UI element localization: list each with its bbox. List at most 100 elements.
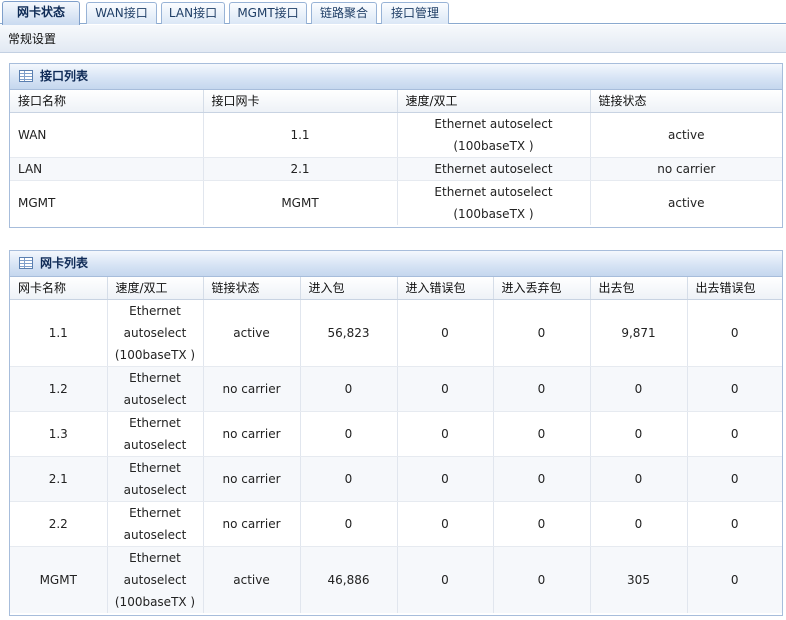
table-header-row: 接口名称 接口网卡 速度/双工 链接状态 xyxy=(10,90,782,113)
tab-link-aggregation[interactable]: 链路聚合 xyxy=(311,2,377,24)
table-row: 1.3 Ethernet autoselect no carrier 0 0 0… xyxy=(10,411,782,457)
nic-in-errors: 0 xyxy=(397,456,494,502)
nic-in-packets: 0 xyxy=(300,366,398,412)
nic-out-packets: 0 xyxy=(590,411,688,457)
interface-speed: Ethernet autoselect xyxy=(397,157,591,181)
nic-status: no carrier xyxy=(203,501,301,547)
table-grid-icon xyxy=(19,257,33,269)
nic-in-errors: 0 xyxy=(397,366,494,412)
interface-nic: MGMT xyxy=(203,180,398,225)
nic-in-errors: 0 xyxy=(397,501,494,547)
tab-wan-interface[interactable]: WAN接口 xyxy=(86,2,157,24)
interface-name: MGMT xyxy=(10,180,204,225)
column-header: 出去错误包 xyxy=(687,277,782,300)
general-settings-label: 常规设置 xyxy=(8,32,57,46)
nic-in-dropped: 0 xyxy=(493,546,591,613)
nic-name: 2.2 xyxy=(10,501,108,547)
tab-interface-management[interactable]: 接口管理 xyxy=(381,2,449,24)
column-header: 进入丢弃包 xyxy=(493,277,591,300)
nic-status: no carrier xyxy=(203,411,301,457)
table-header-row: 网卡名称 速度/双工 链接状态 进入包 进入错误包 进入丢弃包 出去包 出去错误… xyxy=(10,277,782,300)
interface-list-panel: 接口列表 接口名称 接口网卡 速度/双工 链接状态 WAN 1.1 Ethern… xyxy=(9,63,783,228)
nic-in-errors: 0 xyxy=(397,411,494,457)
nic-in-packets: 0 xyxy=(300,456,398,502)
table-row: 2.2 Ethernet autoselect no carrier 0 0 0… xyxy=(10,501,782,547)
column-header: 出去包 xyxy=(590,277,688,300)
interface-status: no carrier xyxy=(590,157,782,181)
tab-mgmt-interface[interactable]: MGMT接口 xyxy=(229,2,307,24)
nic-out-packets: 305 xyxy=(590,546,688,613)
nic-out-packets: 0 xyxy=(590,501,688,547)
tab-lan-interface[interactable]: LAN接口 xyxy=(161,2,225,24)
nic-name: 2.1 xyxy=(10,456,108,502)
interface-name: LAN xyxy=(10,157,204,181)
nic-status: no carrier xyxy=(203,366,301,412)
interface-table: 接口名称 接口网卡 速度/双工 链接状态 WAN 1.1 Ethernet au… xyxy=(10,90,782,225)
interface-speed: Ethernet autoselect (100baseTX ) xyxy=(397,112,591,158)
nic-out-errors: 0 xyxy=(687,411,782,457)
nic-out-errors: 0 xyxy=(687,299,782,367)
interface-status: active xyxy=(668,195,705,210)
nic-in-dropped: 0 xyxy=(493,456,591,502)
column-header: 链接状态 xyxy=(590,90,782,113)
nic-status: active xyxy=(203,546,301,613)
table-row: LAN 2.1 Ethernet autoselect no carrier xyxy=(10,157,782,181)
column-header: 网卡名称 xyxy=(10,277,108,300)
interface-name: WAN xyxy=(10,112,204,158)
nic-out-errors: 0 xyxy=(687,456,782,502)
nic-speed: Ethernet autoselect xyxy=(107,366,204,412)
table-row: 1.1 Ethernet autoselect (100baseTX ) act… xyxy=(10,299,782,367)
nic-speed: Ethernet autoselect xyxy=(107,411,204,457)
nic-list-panel: 网卡列表 网卡名称 速度/双工 链接状态 进入包 进入错误包 进入丢弃包 出去包… xyxy=(9,250,783,616)
tab-bar: 网卡状态 WAN接口 LAN接口 MGMT接口 链路聚合 接口管理 xyxy=(0,0,786,25)
nic-out-packets: 9,871 xyxy=(590,299,688,367)
column-header: 速度/双工 xyxy=(107,277,204,300)
nic-speed: Ethernet autoselect (100baseTX ) xyxy=(107,546,204,613)
table-row: 1.2 Ethernet autoselect no carrier 0 0 0… xyxy=(10,366,782,412)
nic-in-errors: 0 xyxy=(397,299,494,367)
interface-nic: 2.1 xyxy=(203,157,398,181)
nic-out-packets: 0 xyxy=(590,456,688,502)
nic-in-packets: 46,886 xyxy=(300,546,398,613)
interface-status: active xyxy=(590,112,782,158)
column-header: 接口网卡 xyxy=(203,90,398,113)
table-grid-icon xyxy=(19,70,33,82)
column-header: 进入包 xyxy=(300,277,398,300)
interface-list-title: 接口列表 xyxy=(40,69,89,83)
column-header: 进入错误包 xyxy=(397,277,494,300)
nic-in-packets: 56,823 xyxy=(300,299,398,367)
nic-name: 1.3 xyxy=(10,411,108,457)
column-header: 接口名称 xyxy=(10,90,204,113)
nic-speed: Ethernet autoselect xyxy=(107,501,204,547)
nic-in-packets: 0 xyxy=(300,501,398,547)
nic-status: active xyxy=(203,299,301,367)
nic-out-errors: 0 xyxy=(687,546,782,613)
nic-in-dropped: 0 xyxy=(493,411,591,457)
nic-in-dropped: 0 xyxy=(493,366,591,412)
nic-name: 1.2 xyxy=(10,366,108,412)
tab-nic-status[interactable]: 网卡状态 xyxy=(2,1,80,25)
table-row: MGMT MGMT Ethernet autoselect (100baseTX… xyxy=(10,180,782,225)
table-row: MGMT Ethernet autoselect (100baseTX ) ac… xyxy=(10,546,782,613)
nic-in-errors: 0 xyxy=(397,546,494,613)
nic-list-header: 网卡列表 xyxy=(10,251,782,277)
nic-table: 网卡名称 速度/双工 链接状态 进入包 进入错误包 进入丢弃包 出去包 出去错误… xyxy=(10,277,782,613)
table-row: 2.1 Ethernet autoselect no carrier 0 0 0… xyxy=(10,456,782,502)
column-header: 速度/双工 xyxy=(397,90,591,113)
interface-list-header: 接口列表 xyxy=(10,64,782,90)
nic-speed: Ethernet autoselect (100baseTX ) xyxy=(107,299,204,367)
nic-in-packets: 0 xyxy=(300,411,398,457)
general-settings-bar: 常规设置 xyxy=(0,25,786,53)
nic-speed: Ethernet autoselect xyxy=(107,456,204,502)
table-row: WAN 1.1 Ethernet autoselect (100baseTX )… xyxy=(10,112,782,158)
nic-list-title: 网卡列表 xyxy=(40,256,89,270)
column-header: 链接状态 xyxy=(203,277,301,300)
interface-speed: Ethernet autoselect (100baseTX ) xyxy=(397,180,591,225)
nic-out-packets: 0 xyxy=(590,366,688,412)
nic-name: 1.1 xyxy=(10,299,108,367)
nic-in-dropped: 0 xyxy=(493,299,591,367)
nic-out-errors: 0 xyxy=(687,366,782,412)
interface-nic: 1.1 xyxy=(203,112,398,158)
nic-status: no carrier xyxy=(203,456,301,502)
nic-name: MGMT xyxy=(10,546,108,613)
